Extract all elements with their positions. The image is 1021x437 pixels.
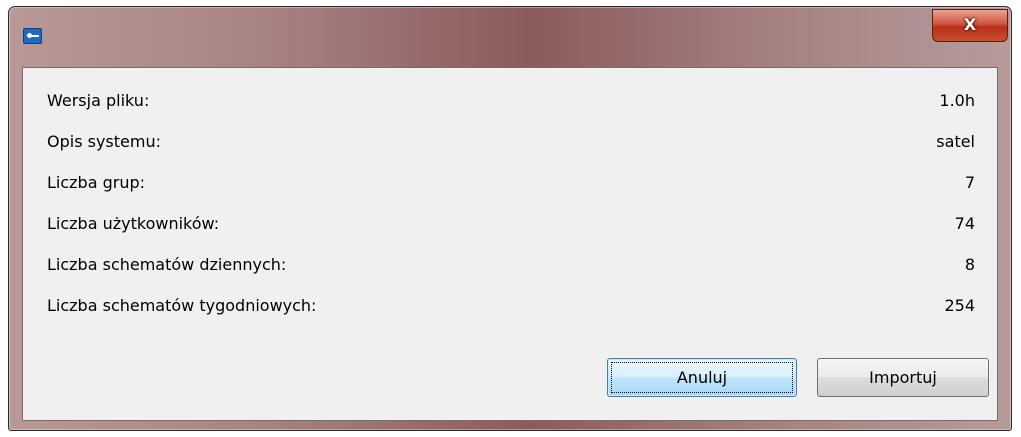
info-value: 8	[964, 255, 975, 274]
import-button[interactable]: Importuj	[817, 358, 989, 397]
dialog-content: Wersja pliku: 1.0h Opis systemu: satel L…	[22, 67, 998, 421]
info-row-daily-schedule-count: Liczba schematów dziennych: 8	[47, 244, 975, 285]
info-row-user-count: Liczba użytkowników: 74	[47, 203, 975, 244]
info-value: 7	[964, 173, 975, 192]
info-label: Liczba użytkowników:	[47, 214, 220, 233]
import-dialog-window: X Wersja pliku: 1.0h Opis systemu: satel…	[8, 6, 1012, 431]
info-label: Opis systemu:	[47, 132, 161, 151]
info-value: satel	[936, 132, 975, 151]
info-label: Liczba grup:	[47, 173, 146, 192]
info-row-group-count: Liczba grup: 7	[47, 162, 975, 203]
info-label: Liczba schematów dziennych:	[47, 255, 287, 274]
import-button-label: Importuj	[869, 368, 937, 387]
info-row-weekly-schedule-count: Liczba schematów tygodniowych: 254	[47, 285, 975, 326]
cancel-button[interactable]: Anuluj	[607, 358, 797, 397]
file-info-list: Wersja pliku: 1.0h Opis systemu: satel L…	[47, 80, 975, 326]
info-row-file-version: Wersja pliku: 1.0h	[47, 80, 975, 121]
info-label: Liczba schematów tygodniowych:	[47, 296, 317, 315]
info-value: 254	[944, 296, 975, 315]
close-button[interactable]: X	[932, 9, 1008, 42]
info-row-system-description: Opis systemu: satel	[47, 121, 975, 162]
cancel-button-label: Anuluj	[676, 368, 728, 387]
key-card-icon	[23, 28, 42, 44]
info-value: 74	[954, 214, 975, 233]
info-value: 1.0h	[939, 91, 975, 110]
info-label: Wersja pliku:	[47, 91, 150, 110]
title-bar[interactable]: X	[9, 7, 1011, 63]
